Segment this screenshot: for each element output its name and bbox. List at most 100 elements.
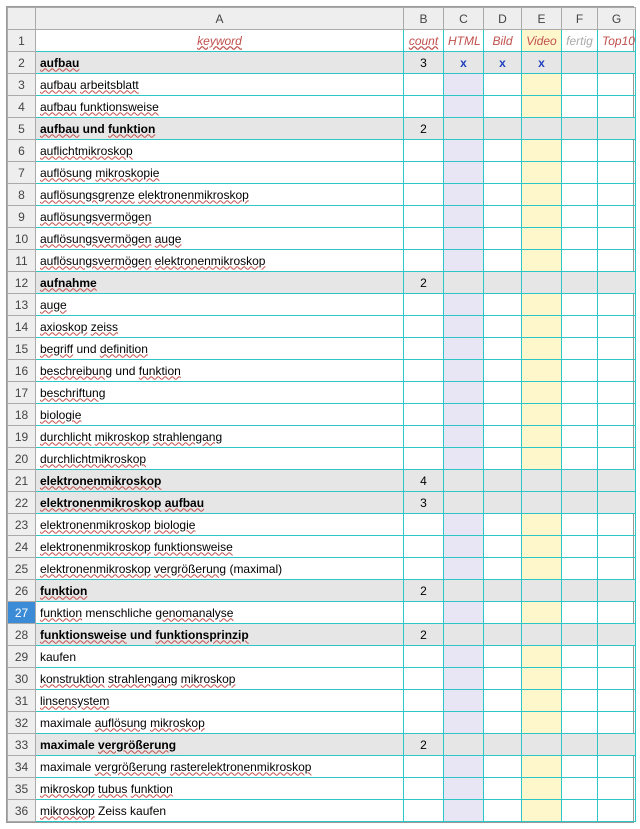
cell-d[interactable] — [484, 448, 522, 470]
cell-c[interactable] — [444, 382, 484, 404]
cell-d[interactable] — [484, 668, 522, 690]
cell-e[interactable] — [522, 492, 562, 514]
cell-c[interactable] — [444, 140, 484, 162]
cell-b[interactable] — [404, 250, 444, 272]
cell-d[interactable] — [484, 206, 522, 228]
cell-g[interactable] — [598, 558, 636, 580]
cell-keyword[interactable]: auflösungsvermögen — [36, 206, 404, 228]
row-header[interactable]: 8 — [8, 184, 36, 206]
cell-d[interactable] — [484, 624, 522, 646]
cell-c[interactable] — [444, 712, 484, 734]
cell-c[interactable] — [444, 734, 484, 756]
cell-f[interactable] — [562, 250, 598, 272]
cell-g[interactable] — [598, 646, 636, 668]
cell-b[interactable] — [404, 646, 444, 668]
cell-d[interactable] — [484, 140, 522, 162]
cell-keyword[interactable]: maximale auflösung mikroskop — [36, 712, 404, 734]
cell-keyword[interactable]: elektronenmikroskop — [36, 470, 404, 492]
cell-g[interactable] — [598, 316, 636, 338]
cell-f[interactable] — [562, 448, 598, 470]
col-header-c[interactable]: C — [444, 8, 484, 30]
cell-d[interactable] — [484, 294, 522, 316]
row-header[interactable]: 31 — [8, 690, 36, 712]
cell-f[interactable] — [562, 96, 598, 118]
cell-b[interactable]: 2 — [404, 580, 444, 602]
row-header[interactable]: 15 — [8, 338, 36, 360]
cell-g[interactable] — [598, 624, 636, 646]
cell-e[interactable]: x — [522, 52, 562, 74]
cell-f[interactable] — [562, 382, 598, 404]
cell-g[interactable] — [598, 272, 636, 294]
cell-b[interactable] — [404, 162, 444, 184]
cell-c[interactable] — [444, 602, 484, 624]
row-header[interactable]: 4 — [8, 96, 36, 118]
cell-f[interactable] — [562, 778, 598, 800]
cell-e[interactable] — [522, 558, 562, 580]
cell-f[interactable] — [562, 272, 598, 294]
cell-e[interactable] — [522, 624, 562, 646]
cell-keyword[interactable]: mikroskop tubus funktion — [36, 778, 404, 800]
cell-f[interactable] — [562, 162, 598, 184]
cell-keyword[interactable]: aufbau — [36, 52, 404, 74]
cell-f[interactable] — [562, 118, 598, 140]
cell-g[interactable] — [598, 492, 636, 514]
cell-g[interactable] — [598, 338, 636, 360]
cell-e[interactable] — [522, 712, 562, 734]
cell-keyword[interactable]: auflösungsvermögen auge — [36, 228, 404, 250]
cell-keyword[interactable]: funktion — [36, 580, 404, 602]
cell-e[interactable] — [522, 74, 562, 96]
cell-keyword[interactable]: biologie — [36, 404, 404, 426]
cell-f[interactable] — [562, 734, 598, 756]
cell-d[interactable] — [484, 558, 522, 580]
cell-f[interactable] — [562, 690, 598, 712]
cell-c[interactable] — [444, 800, 484, 822]
cell-keyword[interactable]: funktion menschliche genomanalyse — [36, 602, 404, 624]
cell-d[interactable] — [484, 492, 522, 514]
cell-e[interactable] — [522, 96, 562, 118]
cell-d[interactable] — [484, 536, 522, 558]
cell-g[interactable] — [598, 514, 636, 536]
cell-c[interactable] — [444, 778, 484, 800]
cell-f[interactable] — [562, 228, 598, 250]
cell-f[interactable] — [562, 646, 598, 668]
cell-e[interactable] — [522, 338, 562, 360]
cell-g[interactable] — [598, 96, 636, 118]
cell-f[interactable] — [562, 360, 598, 382]
cell-f[interactable] — [562, 536, 598, 558]
cell-d[interactable] — [484, 228, 522, 250]
cell-d[interactable] — [484, 800, 522, 822]
cell-e[interactable] — [522, 294, 562, 316]
cell-e[interactable] — [522, 162, 562, 184]
cell-g[interactable] — [598, 184, 636, 206]
cell-keyword[interactable]: funktionsweise und funktionsprinzip — [36, 624, 404, 646]
cell-b[interactable] — [404, 228, 444, 250]
cell-g[interactable] — [598, 382, 636, 404]
cell-keyword[interactable]: linsensystem — [36, 690, 404, 712]
cell-keyword[interactable]: beschreibung und funktion — [36, 360, 404, 382]
row-header[interactable]: 13 — [8, 294, 36, 316]
cell-d[interactable] — [484, 382, 522, 404]
header-top10[interactable]: Top10 — [598, 30, 636, 52]
cell-c[interactable] — [444, 184, 484, 206]
cell-d[interactable] — [484, 602, 522, 624]
cell-keyword[interactable]: maximale vergrößerung rasterelektronenmi… — [36, 756, 404, 778]
cell-e[interactable] — [522, 206, 562, 228]
cell-f[interactable] — [562, 184, 598, 206]
row-header[interactable]: 36 — [8, 800, 36, 822]
cell-c[interactable] — [444, 580, 484, 602]
cell-c[interactable] — [444, 338, 484, 360]
cell-f[interactable] — [562, 470, 598, 492]
cell-c[interactable] — [444, 426, 484, 448]
cell-g[interactable] — [598, 470, 636, 492]
cell-keyword[interactable]: beschriftung — [36, 382, 404, 404]
cell-c[interactable] — [444, 272, 484, 294]
row-header[interactable]: 27 — [8, 602, 36, 624]
cell-keyword[interactable]: auflösungsgrenze elektronenmikroskop — [36, 184, 404, 206]
cell-e[interactable] — [522, 756, 562, 778]
row-header[interactable]: 19 — [8, 426, 36, 448]
cell-b[interactable] — [404, 668, 444, 690]
cell-b[interactable] — [404, 382, 444, 404]
cell-f[interactable] — [562, 404, 598, 426]
cell-g[interactable] — [598, 206, 636, 228]
cell-c[interactable] — [444, 536, 484, 558]
